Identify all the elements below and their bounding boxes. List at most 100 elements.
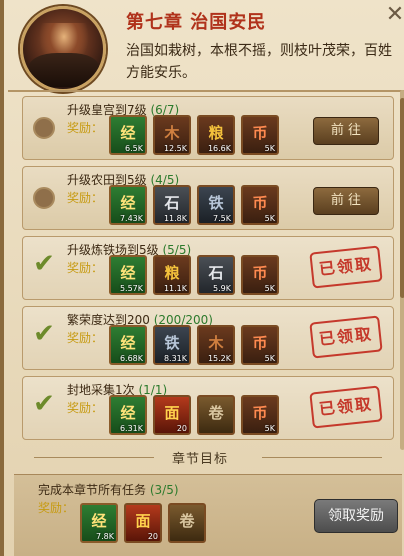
reward-qty: 5K (264, 144, 275, 153)
mask-icon: 面 (164, 404, 180, 422)
book-icon: 经 (120, 124, 136, 142)
reward-item-book[interactable]: 经 6.5K (109, 115, 147, 155)
reward-label: 奖励： (67, 121, 104, 135)
reward-item-wood[interactable]: 木 15.2K (197, 325, 235, 365)
reward-item-book[interactable]: 经 7.43K (109, 185, 147, 225)
claim-reward-button[interactable]: 领取奖励 (314, 499, 398, 533)
reward-qty: 15.2K (207, 354, 231, 363)
reward-item-stone[interactable]: 石 5.9K (197, 255, 235, 295)
stone-icon: 石 (208, 264, 224, 282)
reward-qty: 12.5K (163, 144, 187, 153)
iron-icon: 铁 (164, 334, 180, 352)
chapter-header: 第七章 治国安民 治国如栽树，本根不摇，则枝叶茂荣，百姓方能安乐。 (8, 0, 404, 92)
reward-item-book[interactable]: 经 6.68K (109, 325, 147, 365)
reward-items: 经 6.31K 面 20 卷 币 5K (109, 395, 279, 435)
status-circle-icon (33, 187, 55, 209)
goal-progress: (3/5) (149, 483, 179, 497)
reward-item-wood[interactable]: 木 12.5K (153, 115, 191, 155)
reward-label: 奖励： (67, 331, 104, 345)
reward-qty: 5.9K (213, 284, 231, 293)
grain-icon: 粮 (164, 264, 180, 282)
chapter-goal-header: 章节目标 (22, 446, 394, 468)
reward-item-coin[interactable]: 币 5K (241, 115, 279, 155)
claimed-stamp: 已领取 (309, 245, 383, 289)
book-icon: 经 (120, 334, 136, 352)
goal-divider-left (34, 457, 154, 458)
goal-reward-label: 奖励： (38, 501, 75, 515)
reward-item-mask[interactable]: 面 20 (124, 503, 162, 543)
check-icon: ✔ (33, 319, 55, 349)
status-circle-icon (33, 117, 55, 139)
reward-item-book[interactable]: 经 5.57K (109, 255, 147, 295)
reward-qty: 20 (176, 424, 187, 433)
goal-divider-right (262, 457, 382, 458)
reward-item-mask[interactable]: 面 20 (153, 395, 191, 435)
reward-qty: 5K (264, 424, 275, 433)
reward-item-book[interactable]: 经 7.8K (80, 503, 118, 543)
claimed-stamp: 已领取 (309, 315, 383, 359)
mask-icon: 面 (135, 512, 151, 530)
chapter-avatar (20, 6, 106, 92)
book-icon: 经 (120, 264, 136, 282)
close-icon[interactable]: ✕ (384, 4, 404, 26)
reward-qty: 7.8K (96, 532, 114, 541)
task-row: 升级皇宫到7级 (6/7) 奖励：经 6.5K 木 12.5K 粮 16.6K 币 5K 前 往 (22, 96, 394, 160)
reward-item-grain[interactable]: 粮 11.1K (153, 255, 191, 295)
check-icon: ✔ (33, 389, 55, 419)
reward-item-scroll[interactable]: 卷 (197, 395, 235, 435)
goal-task-text: 完成本章节所有任务 (38, 483, 147, 497)
reward-qty: 8.31K (163, 354, 187, 363)
reward-item-book[interactable]: 经 6.31K (109, 395, 147, 435)
coin-icon: 币 (252, 264, 268, 282)
reward-item-coin[interactable]: 币 5K (241, 185, 279, 225)
reward-qty: 11.1K (163, 284, 187, 293)
task-list-scrollbar[interactable] (400, 90, 404, 450)
reward-items: 经 7.43K 石 11.8K 铁 7.5K 币 5K (109, 185, 279, 225)
reward-label: 奖励： (67, 191, 104, 205)
wood-icon: 木 (208, 334, 224, 352)
reward-qty: 11.8K (163, 214, 187, 223)
goal-task-title: 完成本章节所有任务 (3/5) (38, 481, 179, 498)
chapter-panel: 第七章 治国安民 治国如栽树，本根不摇，则枝叶茂荣，百姓方能安乐。 ✕ 升级皇宫… (0, 0, 404, 556)
task-row: 升级农田到5级 (4/5) 奖励：经 7.43K 石 11.8K 铁 7.5K 币 5K 前 往 (22, 166, 394, 230)
reward-item-iron[interactable]: 铁 7.5K (197, 185, 235, 225)
reward-qty: 5K (264, 214, 275, 223)
iron-icon: 铁 (208, 194, 224, 212)
header-divider (8, 90, 404, 92)
coin-icon: 币 (252, 194, 268, 212)
reward-qty: 6.5K (125, 144, 143, 153)
scroll-icon: 卷 (179, 512, 195, 530)
reward-items: 经 6.68K 铁 8.31K 木 15.2K 币 5K (109, 325, 279, 365)
grain-icon: 粮 (208, 124, 224, 142)
reward-qty: 6.68K (119, 354, 143, 363)
chapter-goal-title: 章节目标 (172, 452, 229, 467)
chapter-title: 第七章 治国安民 (126, 12, 267, 33)
reward-item-coin[interactable]: 币 5K (241, 325, 279, 365)
scrollbar-thumb[interactable] (400, 98, 404, 298)
reward-item-scroll[interactable]: 卷 (168, 503, 206, 543)
reward-item-stone[interactable]: 石 11.8K (153, 185, 191, 225)
reward-item-grain[interactable]: 粮 16.6K (197, 115, 235, 155)
check-icon: ✔ (33, 249, 55, 279)
reward-label: 奖励： (67, 261, 104, 275)
coin-icon: 币 (252, 124, 268, 142)
reward-qty: 20 (147, 532, 158, 541)
reward-item-iron[interactable]: 铁 8.31K (153, 325, 191, 365)
go-button[interactable]: 前 往 (313, 187, 379, 215)
reward-qty: 5K (264, 354, 275, 363)
reward-items: 经 5.57K 粮 11.1K 石 5.9K 币 5K (109, 255, 279, 295)
book-icon: 经 (91, 512, 107, 530)
reward-items: 经 6.5K 木 12.5K 粮 16.6K 币 5K (109, 115, 279, 155)
horse-figure (29, 53, 99, 87)
task-row: ✔ 封地采集1次 (1/1) 奖励：经 6.31K 面 20 卷币 5K 已领取 (22, 376, 394, 440)
reward-item-coin[interactable]: 币 5K (241, 255, 279, 295)
wood-icon: 木 (164, 124, 180, 142)
reward-qty: 7.43K (119, 214, 143, 223)
reward-item-coin[interactable]: 币 5K (241, 395, 279, 435)
claimed-stamp: 已领取 (309, 385, 383, 429)
coin-icon: 币 (252, 334, 268, 352)
go-button[interactable]: 前 往 (313, 117, 379, 145)
reward-qty: 7.5K (213, 214, 231, 223)
reward-label: 奖励： (67, 401, 104, 415)
chapter-description: 治国如栽树，本根不摇，则枝叶茂荣，百姓方能安乐。 (126, 43, 392, 81)
